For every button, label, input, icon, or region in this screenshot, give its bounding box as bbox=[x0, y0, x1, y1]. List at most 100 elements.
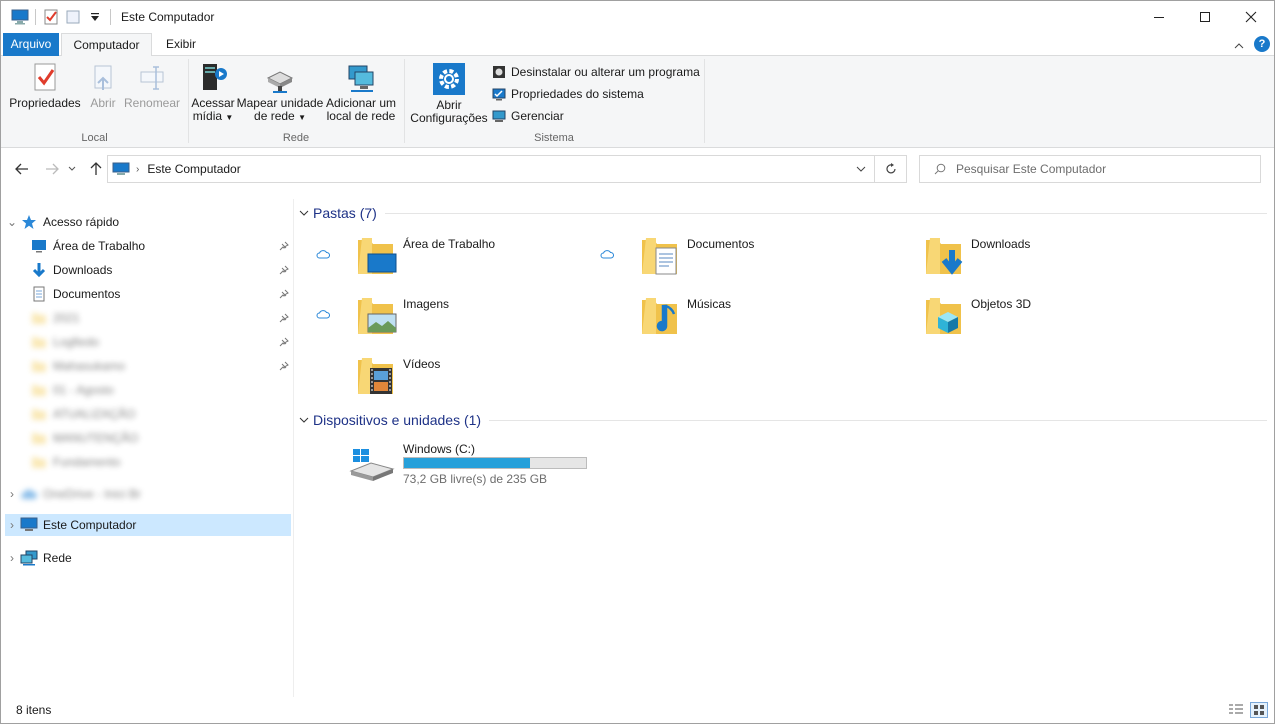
drive-name: Windows (C:) bbox=[403, 442, 476, 456]
large-icons-view-icon[interactable] bbox=[1250, 702, 1268, 718]
propriedades-sistema-button[interactable]: Propriedades do sistema bbox=[491, 85, 644, 103]
address-dropdown-icon[interactable] bbox=[856, 166, 866, 173]
properties-icon bbox=[34, 63, 56, 91]
map-drive-icon bbox=[266, 71, 294, 93]
folder-tile-videos[interactable]: Vídeos bbox=[301, 354, 571, 404]
folder-icon bbox=[29, 357, 49, 375]
nav-item-blurred[interactable]: MANUTENÇÃO bbox=[5, 427, 291, 449]
nav-item-este-computador[interactable]: › Este Computador bbox=[5, 514, 291, 536]
devices-section-header[interactable]: Dispositivos e unidades (1) bbox=[299, 409, 1267, 431]
pin-icon[interactable] bbox=[279, 264, 289, 278]
back-button[interactable] bbox=[11, 159, 33, 179]
close-button[interactable] bbox=[1228, 1, 1274, 33]
adicionar-local-rede-button[interactable]: Adicionar um local de rede bbox=[325, 62, 397, 123]
propriedades-button[interactable]: Propriedades bbox=[9, 62, 81, 110]
help-icon[interactable]: ? bbox=[1254, 36, 1270, 52]
acessar-midia-button[interactable]: Acessar mídia ▼ bbox=[191, 62, 235, 124]
pin-icon[interactable] bbox=[279, 360, 289, 374]
properties-icon[interactable] bbox=[40, 6, 62, 28]
nav-label: Rede bbox=[43, 551, 72, 565]
downloads-folder-icon bbox=[924, 234, 966, 278]
mapear-unidade-button[interactable]: Mapear unidade de rede ▼ bbox=[236, 62, 324, 124]
details-view-icon[interactable] bbox=[1228, 703, 1244, 720]
propriedades-label: Propriedades bbox=[9, 96, 81, 110]
acessar-midia-line2: mídia bbox=[192, 109, 223, 123]
nav-item-blurred[interactable]: ATUALIZAÇÃO bbox=[5, 403, 291, 425]
folder-name: Área de Trabalho bbox=[403, 237, 496, 251]
forward-button[interactable] bbox=[41, 159, 63, 179]
recent-locations-button[interactable] bbox=[65, 159, 79, 179]
back-arrow-icon bbox=[15, 163, 28, 175]
chevron-right-icon[interactable]: › bbox=[5, 518, 19, 532]
abrir-button[interactable]: Abrir bbox=[85, 62, 121, 110]
title-bar: Este Computador bbox=[1, 1, 1274, 33]
abrir-configuracoes-button[interactable]: Abrir Configurações bbox=[409, 62, 489, 125]
nav-item-blurred[interactable]: Fundamento bbox=[5, 451, 291, 473]
search-box[interactable]: Pesquisar Este Computador bbox=[919, 155, 1261, 183]
folder-icon bbox=[29, 333, 49, 351]
address-bar[interactable]: › Este Computador bbox=[107, 155, 875, 183]
nav-item-downloads[interactable]: Downloads bbox=[5, 259, 291, 281]
tab-arquivo[interactable]: Arquivo bbox=[3, 33, 59, 56]
nav-label: Área de Trabalho bbox=[53, 239, 146, 253]
folder-tile-objetos-3d[interactable]: Objetos 3D bbox=[869, 294, 1139, 344]
gerenciar-button[interactable]: Gerenciar bbox=[491, 107, 564, 125]
chevron-down-icon[interactable]: ⌄ bbox=[5, 215, 19, 229]
nav-item-blurred[interactable]: Logfiedo bbox=[5, 331, 291, 353]
chevron-right-icon[interactable]: › bbox=[5, 551, 19, 565]
nav-item-blurred[interactable]: Mahasukamo bbox=[5, 355, 291, 377]
chevron-right-icon[interactable]: › bbox=[5, 487, 19, 501]
folder-tile-area-de-trabalho[interactable]: Área de Trabalho bbox=[301, 234, 571, 284]
chevron-down-icon[interactable] bbox=[299, 210, 309, 217]
breadcrumb-chevron-icon[interactable]: › bbox=[136, 164, 139, 175]
renomear-button[interactable]: Renomear bbox=[124, 62, 180, 110]
nav-item-area-de-trabalho[interactable]: Área de Trabalho bbox=[5, 235, 291, 257]
computer-icon[interactable] bbox=[9, 6, 31, 28]
system-properties-icon bbox=[491, 86, 507, 102]
settings-gear-icon bbox=[433, 63, 465, 95]
tab-computador[interactable]: Computador bbox=[61, 33, 152, 57]
computer-icon bbox=[112, 162, 130, 176]
drive-usage-bar bbox=[403, 457, 587, 469]
new-folder-icon[interactable] bbox=[62, 6, 84, 28]
music-folder-icon bbox=[640, 294, 682, 338]
nav-item-acesso-rapido[interactable]: ⌄ Acesso rápido bbox=[5, 211, 291, 233]
refresh-button[interactable] bbox=[875, 155, 907, 183]
desinstalar-programa-button[interactable]: Desinstalar ou alterar um programa bbox=[491, 63, 700, 81]
nav-label: Fundamento bbox=[53, 455, 121, 469]
nav-item-blurred[interactable]: 2021 bbox=[5, 307, 291, 329]
nav-label: 01 - Agosto bbox=[53, 383, 114, 397]
pin-icon[interactable] bbox=[279, 288, 289, 302]
devices-section-title: Dispositivos e unidades (1) bbox=[313, 412, 482, 428]
folder-tile-imagens[interactable]: Imagens bbox=[301, 294, 571, 344]
pin-icon[interactable] bbox=[279, 336, 289, 350]
folder-tile-downloads[interactable]: Downloads bbox=[869, 234, 1139, 284]
mapear-line2: de rede bbox=[254, 109, 295, 123]
computer-icon bbox=[19, 516, 39, 534]
renomear-label: Renomear bbox=[124, 96, 181, 110]
pin-icon[interactable] bbox=[279, 240, 289, 254]
window-title: Este Computador bbox=[121, 10, 215, 24]
nav-label: Downloads bbox=[53, 263, 113, 277]
chevron-down-icon[interactable] bbox=[299, 417, 309, 424]
up-button[interactable] bbox=[85, 159, 107, 179]
nav-item-documentos[interactable]: Documentos bbox=[5, 283, 291, 305]
drive-tile-windows-c[interactable]: Windows (C:) 73,2 GB livre(s) de 235 GB bbox=[301, 439, 601, 489]
search-placeholder: Pesquisar Este Computador bbox=[956, 162, 1107, 176]
media-server-icon bbox=[203, 64, 227, 90]
nav-item-blurred[interactable]: 01 - Agosto bbox=[5, 379, 291, 401]
pin-icon[interactable] bbox=[279, 312, 289, 326]
tab-exibir[interactable]: Exibir bbox=[153, 33, 209, 56]
nav-item-rede[interactable]: › Rede bbox=[5, 547, 291, 569]
nav-item-onedrive[interactable]: › OneDrive - Inici Br bbox=[5, 483, 291, 505]
group-rede-label: Rede bbox=[282, 132, 310, 144]
folder-name: Documentos bbox=[687, 237, 755, 251]
customize-dropdown-icon[interactable] bbox=[84, 6, 106, 28]
folder-tile-musicas[interactable]: Músicas bbox=[585, 294, 855, 344]
minimize-button[interactable] bbox=[1136, 1, 1182, 33]
folder-tile-documentos[interactable]: Documentos bbox=[585, 234, 855, 284]
collapse-ribbon-icon[interactable] bbox=[1234, 39, 1244, 53]
folders-section-header[interactable]: Pastas (7) bbox=[299, 202, 1267, 224]
maximize-button[interactable] bbox=[1182, 1, 1228, 33]
address-path[interactable]: Este Computador bbox=[147, 162, 240, 176]
